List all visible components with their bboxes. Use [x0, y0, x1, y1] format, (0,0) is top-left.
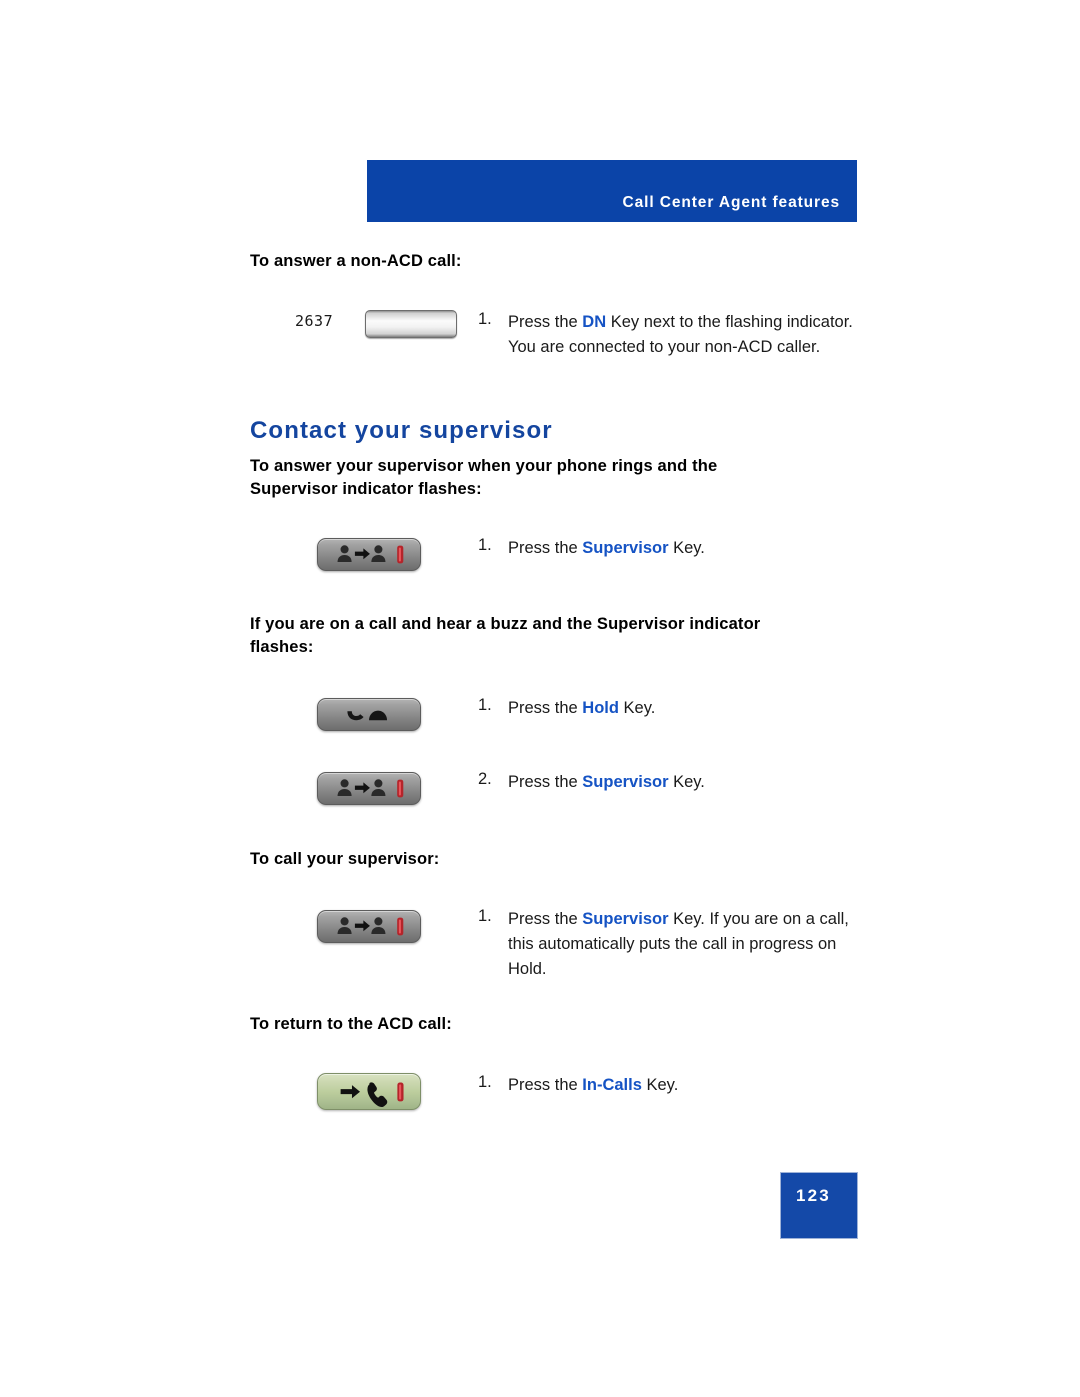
- supervisor-transfer-icon: [337, 545, 404, 564]
- step-text: Press the DN Key next to the flashing in…: [508, 310, 858, 360]
- step-text-pre: Press the: [508, 773, 583, 791]
- step-keyword: DN: [582, 313, 607, 331]
- supervisor-key: [317, 910, 421, 943]
- dn-key-face-icon: [366, 311, 456, 337]
- step-keyword: Supervisor: [582, 539, 669, 557]
- step-keyword: Supervisor: [582, 773, 669, 791]
- step-number: 1.: [478, 907, 492, 925]
- step-number: 1.: [478, 310, 492, 328]
- supervisor-key: [317, 538, 421, 571]
- step-text-pre: Press the: [508, 313, 583, 331]
- step-text-pre: Press the: [508, 1076, 583, 1094]
- step-text: Press the In-Calls Key.: [508, 1073, 858, 1098]
- step-number: 1.: [478, 536, 492, 554]
- supervisor-key: [317, 772, 421, 805]
- supervisor-transfer-icon: [337, 779, 404, 798]
- heading-answer-non-acd: To answer a non-ACD call:: [250, 252, 462, 270]
- step-text: Press the Supervisor Key. If you are on …: [508, 907, 858, 982]
- heading-answer-supervisor: To answer your supervisor when your phon…: [250, 457, 718, 498]
- step-text-pre: Press the: [508, 910, 583, 928]
- heading-call-your-supervisor: To call your supervisor:: [250, 850, 440, 868]
- step-number: 1.: [478, 1073, 492, 1091]
- running-header-title: Call Center Agent features: [622, 194, 840, 211]
- step-number: 1.: [478, 696, 492, 714]
- step-text-post: Key.: [668, 539, 705, 557]
- heading-buzz-supervisor-indicator: If you are on a call and hear a buzz and…: [250, 615, 761, 656]
- running-header-bar: Call Center Agent features: [367, 160, 857, 222]
- step-keyword: Supervisor: [582, 910, 669, 928]
- step-text-post: Key.: [668, 773, 705, 791]
- step-text: Press the Hold Key.: [508, 696, 858, 721]
- step-text: Press the Supervisor Key.: [508, 536, 858, 561]
- step-keyword: Hold: [582, 699, 619, 717]
- dn-key: [365, 310, 457, 338]
- document-page: Call Center Agent features To answer a n…: [0, 0, 1080, 1397]
- hold-handset-icon: [347, 710, 388, 721]
- step-keyword: In-Calls: [582, 1076, 642, 1094]
- in-calls-arrow-handset-icon: [340, 1082, 404, 1107]
- dn-number-label: 2637: [295, 312, 334, 330]
- page-number-box: 123: [780, 1172, 858, 1239]
- supervisor-transfer-icon: [337, 917, 404, 936]
- step-number: 2.: [478, 770, 492, 788]
- page-number: 123: [796, 1186, 831, 1205]
- step-text-pre: Press the: [508, 539, 583, 557]
- in-calls-key: [317, 1073, 421, 1110]
- step-text-pre: Press the: [508, 699, 583, 717]
- heading-return-to-acd-call: To return to the ACD call:: [250, 1015, 452, 1033]
- step-text-post: Key.: [618, 699, 656, 717]
- hold-key: [317, 698, 421, 731]
- section-title-contact-your-supervisor: Contact your supervisor: [250, 417, 553, 444]
- step-text: Press the Supervisor Key.: [508, 770, 858, 795]
- step-text-post: Key.: [641, 1076, 679, 1094]
